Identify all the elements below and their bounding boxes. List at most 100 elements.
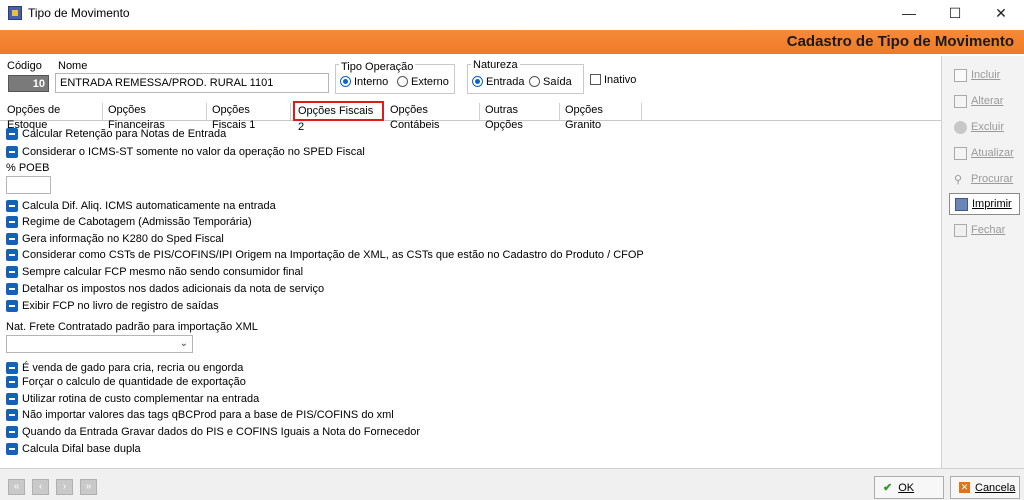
close-door-icon — [954, 223, 967, 237]
option-label: É venda de gado para cria, recria ou eng… — [22, 361, 244, 374]
maximize-icon[interactable]: ☐ — [932, 0, 978, 26]
option-label: Gera informação no K280 do Sped Fiscal — [22, 232, 224, 245]
action-sidebar: Incluir Alterar Excluir Atualizar ⚲ Procu… — [941, 56, 1024, 468]
option-checkbox[interactable]: É venda de gado para cria, recria ou eng… — [6, 361, 243, 375]
binoculars-icon: ⚲ — [954, 173, 963, 186]
app-icon — [8, 6, 22, 20]
inativo-label: Inativo — [604, 74, 637, 86]
option-label: Calcula Difal base dupla — [22, 442, 141, 455]
checkbox-checked-icon — [6, 249, 18, 261]
atualizar-label: Atualizar — [971, 147, 1014, 159]
option-checkbox[interactable]: Quando da Entrada Gravar dados do PIS e … — [6, 425, 420, 439]
refresh-icon — [954, 146, 967, 160]
delete-icon — [954, 120, 967, 134]
alterar-button[interactable]: Alterar — [949, 90, 1020, 112]
option-checkbox[interactable]: Gera informação no K280 do Sped Fiscal — [6, 232, 224, 246]
edit-icon — [954, 94, 967, 108]
option-checkbox[interactable]: Considerar como CSTs de PIS/COFINS/IPI O… — [6, 248, 644, 262]
checkbox-icon — [590, 74, 601, 85]
tab-opcoes-estoque[interactable]: Opções de Estoque — [4, 103, 103, 131]
radio-interno-label: Interno — [354, 76, 389, 88]
tab-opcoes-granito[interactable]: Opções Granito — [562, 103, 642, 131]
option-label: Regime de Cabotagem (Admissão Temporária… — [22, 215, 252, 228]
radio-entrada[interactable]: Entrada — [472, 76, 525, 88]
radio-saida-label: Saída — [543, 76, 572, 88]
inativo-checkbox[interactable]: Inativo — [590, 74, 636, 86]
option-label: Considerar o ICMS-ST somente no valor da… — [22, 145, 365, 158]
atualizar-button[interactable]: Atualizar — [949, 142, 1020, 164]
radio-icon — [397, 76, 408, 87]
window-titlebar: Tipo de Movimento — ☐ ✕ — [0, 0, 1024, 26]
option-label: Considerar como CSTs de PIS/COFINS/IPI O… — [22, 248, 644, 261]
option-checkbox[interactable]: Sempre calcular FCP mesmo não sendo cons… — [6, 265, 303, 279]
tab-opcoes-financeiras[interactable]: Opções Financeiras — [105, 103, 207, 131]
minimize-icon[interactable]: — — [886, 0, 932, 26]
excluir-label: Excluir — [971, 121, 1005, 133]
imprimir-label: Imprimir — [972, 198, 1012, 210]
previous-record-icon[interactable]: ‹ — [32, 479, 49, 495]
window-title: Tipo de Movimento — [28, 6, 130, 20]
tab-opcoes-contabeis[interactable]: Opções Contábeis — [387, 103, 480, 131]
codigo-label: Código — [7, 60, 42, 72]
option-checkbox[interactable]: Calcular Retenção para Notas de Entrada — [6, 127, 226, 141]
natureza-label: Natureza — [471, 59, 520, 71]
checkbox-checked-icon — [6, 300, 18, 312]
option-label: Calcula Dif. Aliq. ICMS automaticamente … — [22, 199, 276, 212]
ok-button[interactable]: ✔ OK — [874, 476, 944, 499]
option-checkbox[interactable]: Calcula Difal base dupla — [6, 442, 141, 456]
checkbox-checked-icon — [6, 283, 18, 295]
option-label: Não importar valores das tags qBCProd pa… — [22, 408, 394, 421]
tab-bar: Opções de Estoque Opções Financeiras Opç… — [0, 101, 941, 133]
option-checkbox[interactable]: Detalhar os impostos nos dados adicionai… — [6, 282, 324, 296]
chevron-down-icon: ⌄ — [179, 338, 188, 349]
tipo-operacao-label: Tipo Operação — [339, 61, 416, 73]
option-checkbox[interactable]: Regime de Cabotagem (Admissão Temporária… — [6, 215, 252, 229]
checkbox-checked-icon — [6, 266, 18, 278]
printer-icon — [955, 197, 968, 211]
close-icon[interactable]: ✕ — [978, 0, 1024, 26]
poeb-input[interactable] — [6, 176, 51, 194]
cancela-label: Cancela — [975, 481, 1016, 494]
tab-opcoes-fiscais-1[interactable]: Opções Fiscais 1 — [209, 103, 291, 131]
fechar-button[interactable]: Fechar — [949, 219, 1020, 241]
tab-opcoes-fiscais-2[interactable]: Opções Fiscais 2 — [293, 101, 384, 133]
option-checkbox[interactable]: Não importar valores das tags qBCProd pa… — [6, 408, 394, 422]
checkmark-icon: ✔ — [883, 482, 893, 494]
frete-select[interactable]: ⌄ — [6, 335, 193, 353]
nome-field[interactable]: ENTRADA REMESSA/PROD. RURAL 1101 — [55, 73, 329, 93]
radio-interno[interactable]: Interno — [340, 76, 388, 88]
imprimir-button[interactable]: Imprimir — [949, 193, 1020, 215]
option-checkbox[interactable]: Utilizar rotina de custo complementar na… — [6, 392, 259, 406]
option-checkbox[interactable]: Calcula Dif. Aliq. ICMS automaticamente … — [6, 199, 276, 213]
first-record-icon[interactable]: « — [8, 479, 25, 495]
poeb-label: % POEB — [6, 162, 50, 174]
option-checkbox[interactable]: Exibir FCP no livro de registro de saída… — [6, 299, 219, 313]
procurar-label: Procurar — [971, 173, 1014, 185]
new-document-icon — [954, 68, 967, 82]
option-label: Sempre calcular FCP mesmo não sendo cons… — [22, 265, 304, 278]
excluir-button[interactable]: Excluir — [949, 116, 1020, 138]
codigo-field[interactable]: 10 — [8, 75, 49, 92]
radio-externo-label: Externo — [411, 76, 449, 88]
radio-externo[interactable]: Externo — [397, 76, 449, 88]
radio-selected-icon — [472, 76, 483, 87]
incluir-label: Incluir — [971, 69, 1001, 81]
radio-saida[interactable]: Saída — [529, 76, 572, 88]
bottom-bar: « ‹ › » ✔ OK ✕ Cancela — [0, 468, 1024, 500]
procurar-button[interactable]: ⚲ Procurar — [949, 168, 1020, 190]
option-checkbox[interactable]: Considerar o ICMS-ST somente no valor da… — [6, 145, 365, 159]
tab-outras-opcoes[interactable]: Outras Opções — [482, 103, 560, 131]
checkbox-checked-icon — [6, 146, 18, 158]
checkbox-checked-icon — [6, 200, 18, 212]
last-record-icon[interactable]: » — [80, 479, 97, 495]
option-label: Utilizar rotina de custo complementar na… — [22, 392, 260, 405]
option-checkbox[interactable]: Forçar o calculo de quantidade de export… — [6, 375, 246, 389]
checkbox-checked-icon — [6, 376, 18, 388]
option-label: Exibir FCP no livro de registro de saída… — [22, 299, 219, 312]
next-record-icon[interactable]: › — [56, 479, 73, 495]
incluir-button[interactable]: Incluir — [949, 64, 1020, 86]
checkbox-checked-icon — [6, 216, 18, 228]
option-label: Forçar o calculo de quantidade de export… — [22, 375, 246, 388]
cancela-button[interactable]: ✕ Cancela — [950, 476, 1020, 499]
radio-selected-icon — [340, 76, 351, 87]
